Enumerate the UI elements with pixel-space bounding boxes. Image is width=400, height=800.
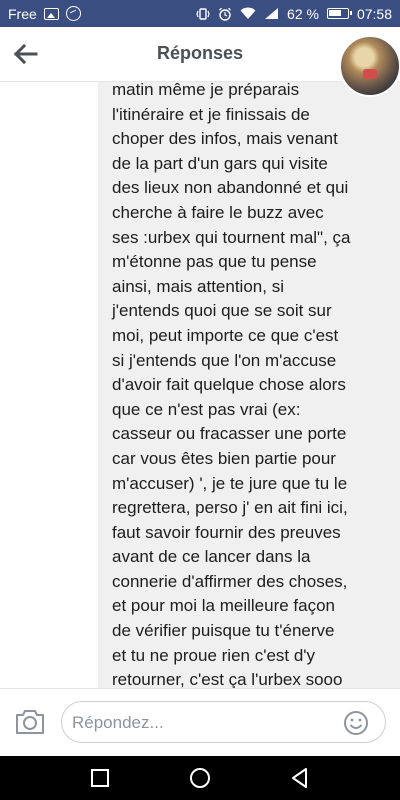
battery-icon (326, 8, 352, 19)
system-back-button[interactable] (288, 766, 312, 790)
vibrate-icon (196, 7, 210, 20)
wifi-icon (240, 7, 256, 19)
reply-composer (0, 688, 400, 756)
camera-icon (16, 710, 44, 734)
carrier-label: Free (8, 5, 37, 22)
signal-icon (265, 8, 279, 19)
home-button[interactable] (188, 766, 212, 790)
recents-button[interactable] (88, 766, 112, 790)
message-text: matin même je préparais l'itinéraire et … (112, 82, 351, 688)
camera-button[interactable] (14, 708, 46, 736)
status-bar: Free 62 % 07:58 (0, 0, 400, 27)
reply-input[interactable] (70, 710, 334, 736)
recents-square-icon (91, 769, 109, 787)
system-nav-bar (0, 756, 400, 800)
image-icon (43, 7, 59, 20)
smiley-icon (344, 711, 368, 735)
home-circle-icon (190, 768, 210, 788)
avatar[interactable] (339, 35, 400, 97)
clock-time: 07:58 (356, 5, 392, 22)
reply-input-container[interactable] (61, 701, 386, 743)
battery-percent: 62 % (287, 5, 319, 22)
messenger-icon (65, 6, 81, 21)
message-thread[interactable]: matin même je préparais l'itinéraire et … (0, 82, 400, 688)
emoji-button[interactable] (343, 710, 369, 736)
alarm-icon (219, 7, 231, 21)
back-triangle-icon (292, 768, 307, 788)
